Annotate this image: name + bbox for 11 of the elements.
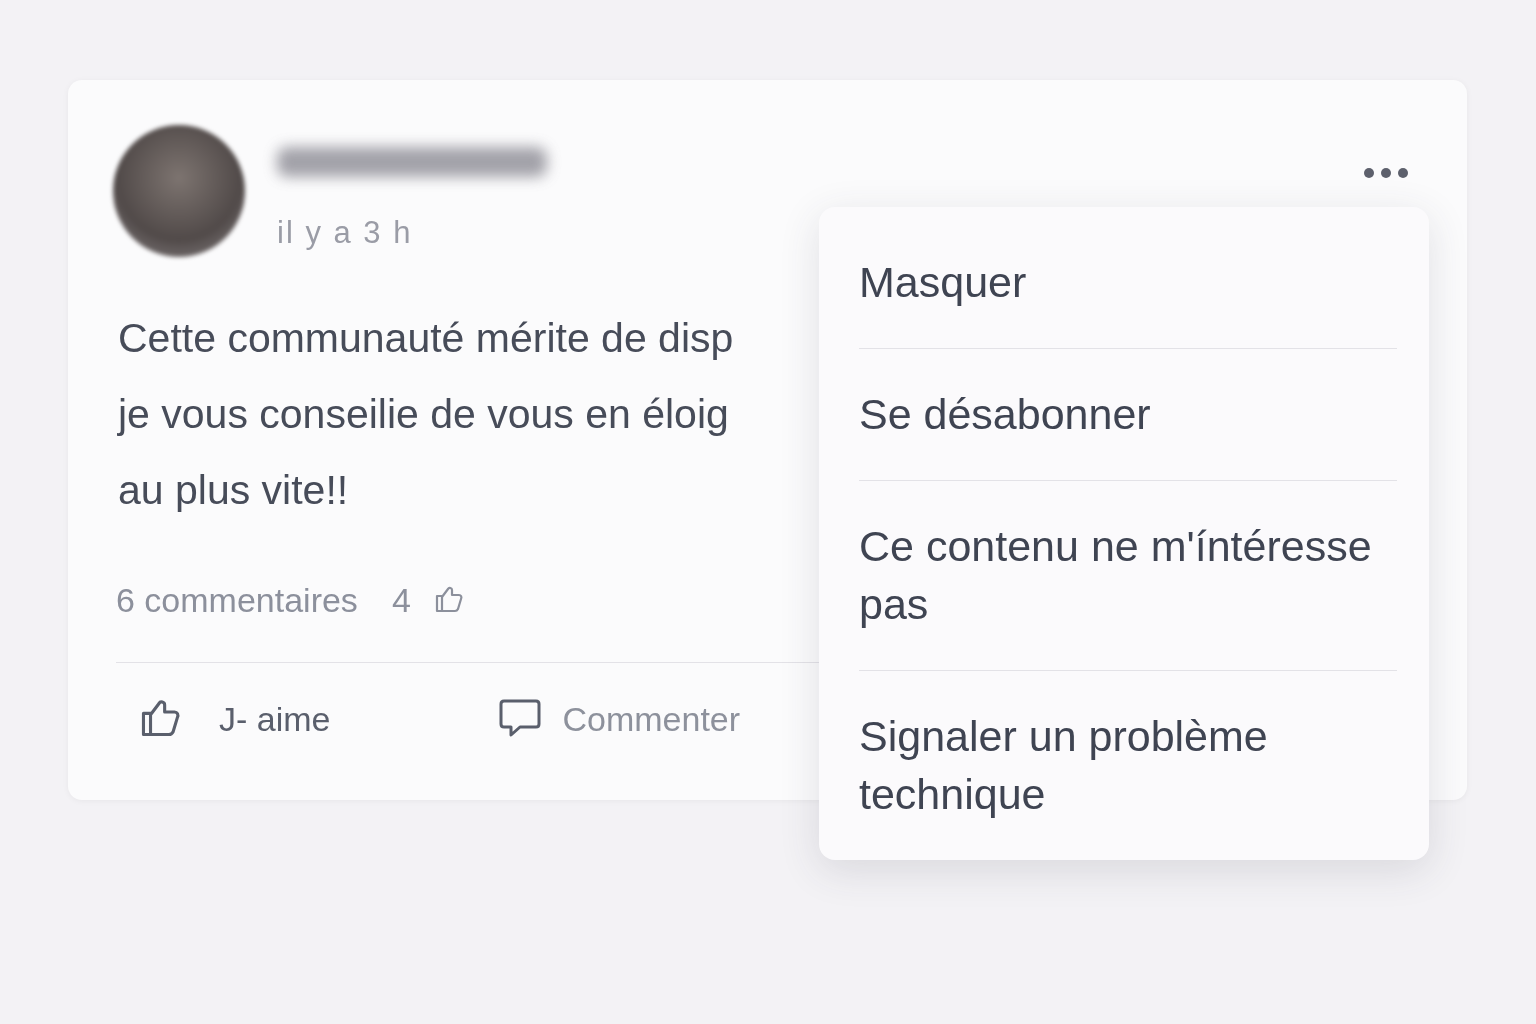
- post-text-line: au plus vite!!: [118, 466, 349, 515]
- menu-item[interactable]: Se désabonner: [859, 349, 1397, 481]
- post-time: il y a 3 h: [277, 215, 414, 251]
- menu-item[interactable]: Masquer: [859, 217, 1397, 349]
- post-text-line: Cette communauté mérite de disp: [118, 314, 734, 363]
- menu-item[interactable]: Signaler un problème technique: [859, 671, 1397, 860]
- more-options-icon[interactable]: [1363, 167, 1409, 179]
- like-button[interactable]: J- aime: [135, 695, 331, 743]
- post-text-line: je vous conseilie de vous en éloig: [118, 390, 729, 439]
- menu-item[interactable]: Ce contenu ne m'íntéresse pas: [859, 481, 1397, 671]
- likes-count: 4: [391, 580, 411, 620]
